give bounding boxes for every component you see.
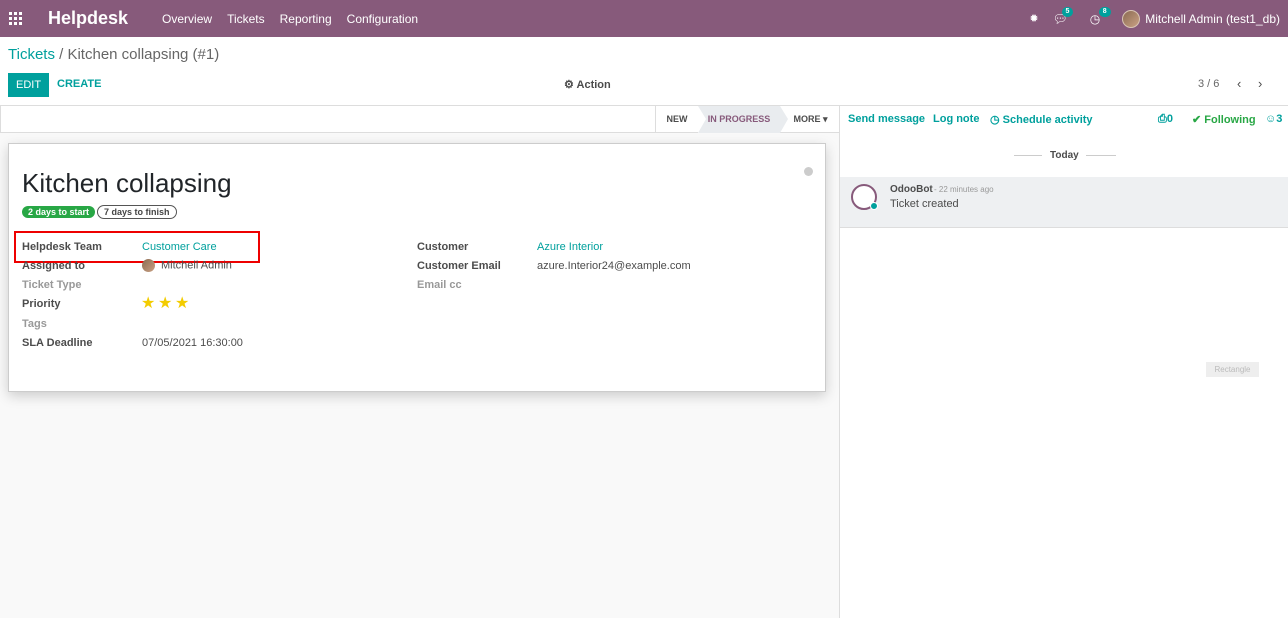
schedule-activity-label: Schedule activity <box>1002 114 1093 126</box>
action-label: Action <box>576 79 611 91</box>
app-brand[interactable]: Helpdesk <box>48 8 128 29</box>
edit-button[interactable]: EDIT <box>8 73 50 97</box>
top-navbar: Helpdesk Overview Tickets Reporting Conf… <box>0 0 1288 37</box>
assignee-avatar <box>142 259 155 272</box>
sla-tag-start: 2 days to start <box>22 206 96 218</box>
date-separator: Today <box>1050 150 1079 161</box>
following-label: Following <box>1204 114 1256 126</box>
messages-icon[interactable]: 💬︎ 5 <box>1053 6 1074 26</box>
create-button[interactable]: CREATE <box>57 78 101 90</box>
sla-tag-finish: 7 days to finish <box>97 205 177 219</box>
priority-star-icon[interactable]: ★ <box>175 293 189 313</box>
message-body: Ticket created <box>890 198 959 210</box>
stage-in-progress-label: IN PROGRESS <box>707 114 771 124</box>
priority-star-icon[interactable]: ★ <box>141 293 155 313</box>
messages-badge: 5 <box>1061 6 1074 17</box>
menu-reporting[interactable]: Reporting <box>280 12 332 26</box>
check-icon: ✔ <box>1192 114 1202 126</box>
stage-new[interactable]: NEW <box>655 106 698 133</box>
user-menu[interactable]: Mitchell Admin (test1_db) <box>1145 12 1280 26</box>
activities-badge: 8 <box>1098 6 1111 17</box>
log-note-button[interactable]: Log note <box>933 113 979 125</box>
action-dropdown[interactable]: ⚙ Action <box>564 78 611 91</box>
attachments-count: 0 <box>1166 113 1173 125</box>
debug-bug-icon[interactable]: ✹ <box>1029 12 1038 25</box>
breadcrumb: Tickets / Kitchen collapsing (#1) <box>8 46 219 63</box>
label-customer: Customer <box>417 241 469 253</box>
online-status-icon <box>870 202 878 210</box>
form-sheet: Kitchen collapsing 2 days to start 7 day… <box>8 143 826 392</box>
chevron-left-icon[interactable]: ‹ <box>1237 76 1241 91</box>
label-customer-email: Customer Email <box>417 260 501 272</box>
breadcrumb-current: Kitchen collapsing (#1) <box>67 46 220 63</box>
label-sla-deadline: SLA Deadline <box>22 337 93 349</box>
breadcrumb-separator: / <box>59 46 64 63</box>
menu-overview[interactable]: Overview <box>162 12 212 26</box>
stage-in-progress[interactable]: IN PROGRESS <box>698 106 788 133</box>
user-icon: ☺︎ <box>1265 113 1277 125</box>
followers-count: 3 <box>1276 113 1283 125</box>
apps-grid-icon[interactable] <box>9 12 23 25</box>
kanban-state-icon[interactable] <box>804 167 813 176</box>
send-message-button[interactable]: Send message <box>848 113 925 125</box>
label-email-cc: Email cc <box>417 279 462 291</box>
ticket-title: Kitchen collapsing <box>22 168 232 198</box>
schedule-activity-button[interactable]: ◷ Schedule activity <box>990 113 1093 126</box>
value-sla-deadline: 07/05/2021 16:30:00 <box>142 337 243 349</box>
assignee-name: Mitchell Admin <box>161 259 232 272</box>
chevron-right-icon[interactable]: › <box>1258 76 1262 91</box>
clock-icon: ◷ <box>990 114 1000 126</box>
label-ticket-type: Ticket Type <box>22 279 82 291</box>
pager-value[interactable]: 3 / 6 <box>1198 78 1219 90</box>
breadcrumb-tickets[interactable]: Tickets <box>8 46 55 63</box>
value-customer-email: azure.Interior24@example.com <box>537 260 691 272</box>
rectangle-button[interactable]: Rectangle <box>1206 362 1259 377</box>
value-helpdesk-team[interactable]: Customer Care <box>142 241 217 253</box>
user-avatar[interactable] <box>1122 9 1141 28</box>
date-separator-line-left <box>1014 155 1042 156</box>
stage-more-label: MORE <box>793 114 821 124</box>
label-assigned-to: Assigned to <box>22 260 85 272</box>
following-button[interactable]: ✔ Following <box>1192 113 1256 126</box>
stage-more-dropdown[interactable]: MORE ▾ <box>788 106 833 133</box>
attachments-button[interactable]: ⎙0 <box>1158 113 1173 126</box>
menu-configuration[interactable]: Configuration <box>347 12 418 26</box>
label-helpdesk-team: Helpdesk Team <box>22 241 102 253</box>
message-author[interactable]: OdooBot <box>890 184 933 195</box>
activities-clock-icon[interactable]: ◷ 8 <box>1090 6 1111 26</box>
label-tags: Tags <box>22 318 47 330</box>
date-separator-line-right <box>1086 155 1116 156</box>
priority-star-icon[interactable]: ★ <box>158 293 172 313</box>
message-time: - 22 minutes ago <box>934 185 994 194</box>
menu-tickets[interactable]: Tickets <box>227 12 265 26</box>
value-customer[interactable]: Azure Interior <box>537 241 603 253</box>
value-assigned-to[interactable]: Mitchell Admin <box>142 259 232 272</box>
paperclip-icon: ⎙ <box>1158 113 1167 125</box>
gear-icon: ⚙ <box>564 79 574 91</box>
label-priority: Priority <box>22 298 61 310</box>
caret-down-icon: ▾ <box>822 114 828 124</box>
followers-button[interactable]: ☺︎3 <box>1265 113 1282 125</box>
